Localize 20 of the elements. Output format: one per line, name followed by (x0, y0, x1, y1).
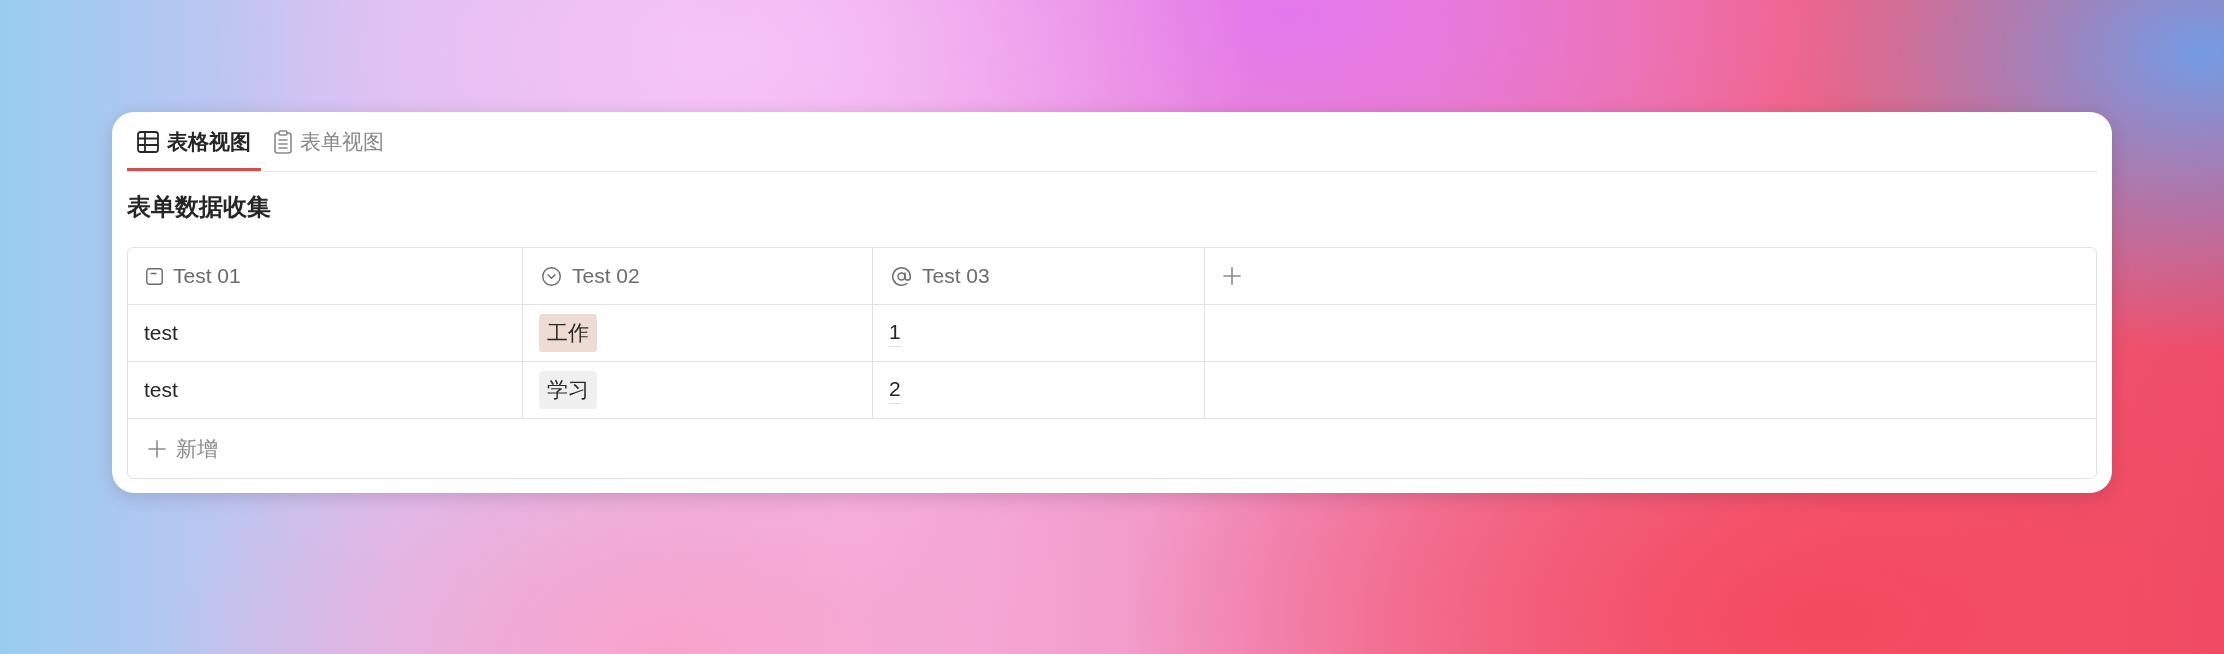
table-cell: 1 (873, 305, 1205, 362)
text-box-icon (146, 267, 163, 285)
category-tag: 学习 (539, 371, 597, 409)
table-cell: 2 (873, 362, 1205, 419)
at-sign-icon (891, 265, 912, 287)
add-column-icon[interactable] (1223, 267, 1241, 285)
add-row-button[interactable]: 新增 (128, 419, 2096, 478)
column-header[interactable]: Test 02 (523, 248, 873, 305)
table-cell: test (128, 305, 523, 362)
column-header[interactable]: Test 01 (128, 248, 523, 305)
view-tab[interactable]: 表格视图 (127, 112, 261, 171)
section-title: 表单数据收集 (127, 192, 272, 222)
clipboard-icon (274, 129, 292, 154)
chevron-circle-icon (541, 265, 562, 287)
column-header[interactable]: Test 03 (873, 248, 1205, 305)
plus-icon (148, 439, 166, 458)
category-tag: 工作 (539, 314, 597, 352)
table-cell: test (128, 362, 523, 419)
view-tab[interactable]: 表单视图 (264, 112, 394, 171)
table-icon (137, 130, 159, 153)
